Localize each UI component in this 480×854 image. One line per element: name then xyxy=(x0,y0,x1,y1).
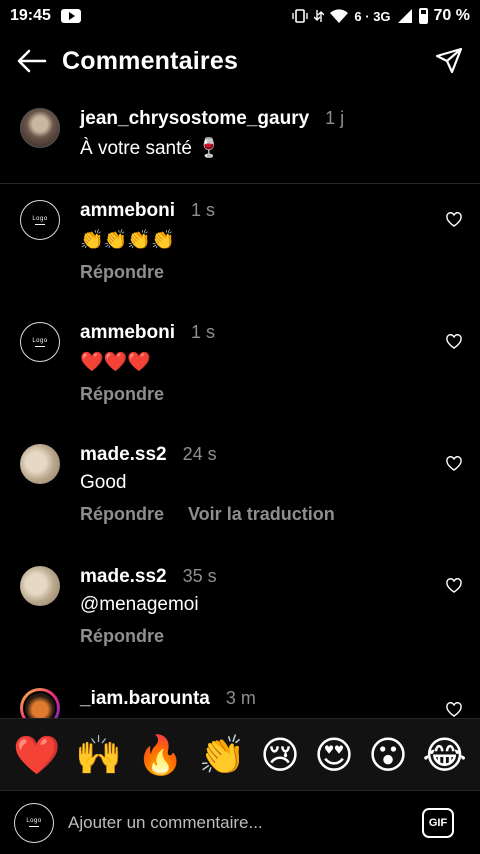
reply-button[interactable]: Répondre xyxy=(80,626,164,647)
heart-icon[interactable] xyxy=(446,334,462,350)
emoji-raised-hands[interactable]: 🙌 xyxy=(75,736,122,774)
status-time: 19:45 xyxy=(10,7,51,24)
page-title: Commentaires xyxy=(62,46,239,75)
status-icons: 6 · 3G 70 % xyxy=(292,7,470,25)
avatar[interactable] xyxy=(20,444,60,484)
username[interactable]: jean_chrysostome_gaury xyxy=(80,108,309,130)
comment-item: made.ss2 24 s Good Répondre Voir la trad… xyxy=(0,444,480,525)
quick-emoji-bar: ❤️ 🙌 🔥 👏 😢 😍 😮 😂 xyxy=(0,718,480,790)
heart-icon[interactable] xyxy=(446,456,462,472)
username[interactable]: _iam.barounta xyxy=(80,688,210,710)
comment-clip: _iam.barounta 3 m xyxy=(0,680,480,718)
emoji-laughing[interactable]: 😂 xyxy=(422,736,466,774)
emoji-crying[interactable]: 😢 xyxy=(260,736,300,774)
battery-percent: 70 % xyxy=(433,7,470,24)
vibrate-icon xyxy=(292,9,309,23)
comment-input[interactable] xyxy=(68,812,422,833)
caption-header: jean_chrysostome_gaury 1 j xyxy=(80,108,460,130)
comment-text: ❤️❤️❤️ xyxy=(80,352,151,373)
comment-text: 👏👏👏👏 xyxy=(80,230,175,251)
arrow-left-icon xyxy=(17,49,47,73)
username[interactable]: ammeboni xyxy=(80,200,175,222)
comment-text: @menagemoi xyxy=(80,594,199,615)
comment-body: made.ss2 24 s Good Répondre Voir la trad… xyxy=(80,444,460,525)
comment-body: ammeboni 1 s ❤️❤️❤️ Répondre xyxy=(80,322,460,405)
reply-button[interactable]: Répondre xyxy=(80,504,164,525)
timestamp: 3 m xyxy=(225,688,256,708)
post-caption: jean_chrysostome_gaury 1 j À votre santé… xyxy=(0,100,480,184)
share-button[interactable] xyxy=(432,44,466,78)
emoji-clapping[interactable]: 👏 xyxy=(198,736,245,774)
header: Commentaires xyxy=(0,32,480,90)
avatar: Logo xyxy=(14,802,54,843)
comment-item: _iam.barounta 3 m xyxy=(0,688,480,718)
emoji-heart-eyes[interactable]: 😍 xyxy=(314,736,354,774)
caption-body: jean_chrysostome_gaury 1 j À votre santé… xyxy=(80,108,460,183)
username[interactable]: made.ss2 xyxy=(80,566,167,588)
timestamp: 1 s xyxy=(191,200,216,220)
back-button[interactable] xyxy=(14,43,50,79)
comment-composer: Logo GIF xyxy=(0,790,480,854)
emoji-heart[interactable]: ❤️ xyxy=(13,736,60,774)
reply-button[interactable]: Répondre xyxy=(80,384,164,405)
reply-button[interactable]: Répondre xyxy=(80,262,164,283)
heart-icon[interactable] xyxy=(446,212,462,228)
youtube-icon xyxy=(60,9,81,23)
heart-icon[interactable] xyxy=(446,702,462,718)
avatar-logo-text: Logo xyxy=(32,337,48,344)
avatar[interactable]: Logo xyxy=(20,322,60,362)
status-bar: 19:45 6 · 3G 70 % xyxy=(0,0,480,32)
heart-icon[interactable] xyxy=(446,578,462,594)
timestamp: 1 j xyxy=(325,108,345,128)
comment-body: _iam.barounta 3 m xyxy=(80,688,460,718)
username[interactable]: made.ss2 xyxy=(80,444,167,466)
avatar-logo-text: Logo xyxy=(32,215,48,222)
cell-signal-icon xyxy=(397,9,412,23)
signal-label: 6 · 3G xyxy=(354,8,391,24)
wifi-icon xyxy=(330,9,349,23)
data-arrows-icon xyxy=(314,10,325,22)
comment-item: Logo ammeboni 1 s ❤️❤️❤️ Répondre xyxy=(0,322,480,405)
avatar[interactable]: Logo xyxy=(20,200,60,240)
timestamp: 35 s xyxy=(182,566,217,586)
emoji-surprised[interactable]: 😮 xyxy=(368,736,408,774)
username[interactable]: ammeboni xyxy=(80,322,175,344)
translate-button[interactable]: Voir la traduction xyxy=(188,504,335,525)
paper-plane-icon xyxy=(435,47,463,74)
avatar[interactable] xyxy=(20,108,60,148)
timestamp: 24 s xyxy=(182,444,217,464)
battery-icon xyxy=(418,8,428,24)
caption-text: À votre santé 🍷 xyxy=(80,138,221,159)
comment-item: made.ss2 35 s @menagemoi Répondre xyxy=(0,566,480,647)
comment-item: Logo ammeboni 1 s 👏👏👏👏 Répondre xyxy=(0,200,480,283)
emoji-fire[interactable]: 🔥 xyxy=(137,736,184,774)
comment-body: made.ss2 35 s @menagemoi Répondre xyxy=(80,566,460,647)
avatar[interactable] xyxy=(20,566,60,606)
gif-button[interactable]: GIF xyxy=(422,807,454,838)
comment-body: ammeboni 1 s 👏👏👏👏 Répondre xyxy=(80,200,460,283)
comment-text: Good xyxy=(80,472,127,493)
avatar[interactable] xyxy=(20,688,60,718)
avatar-logo-text: Logo xyxy=(26,818,42,824)
timestamp: 1 s xyxy=(191,322,216,342)
